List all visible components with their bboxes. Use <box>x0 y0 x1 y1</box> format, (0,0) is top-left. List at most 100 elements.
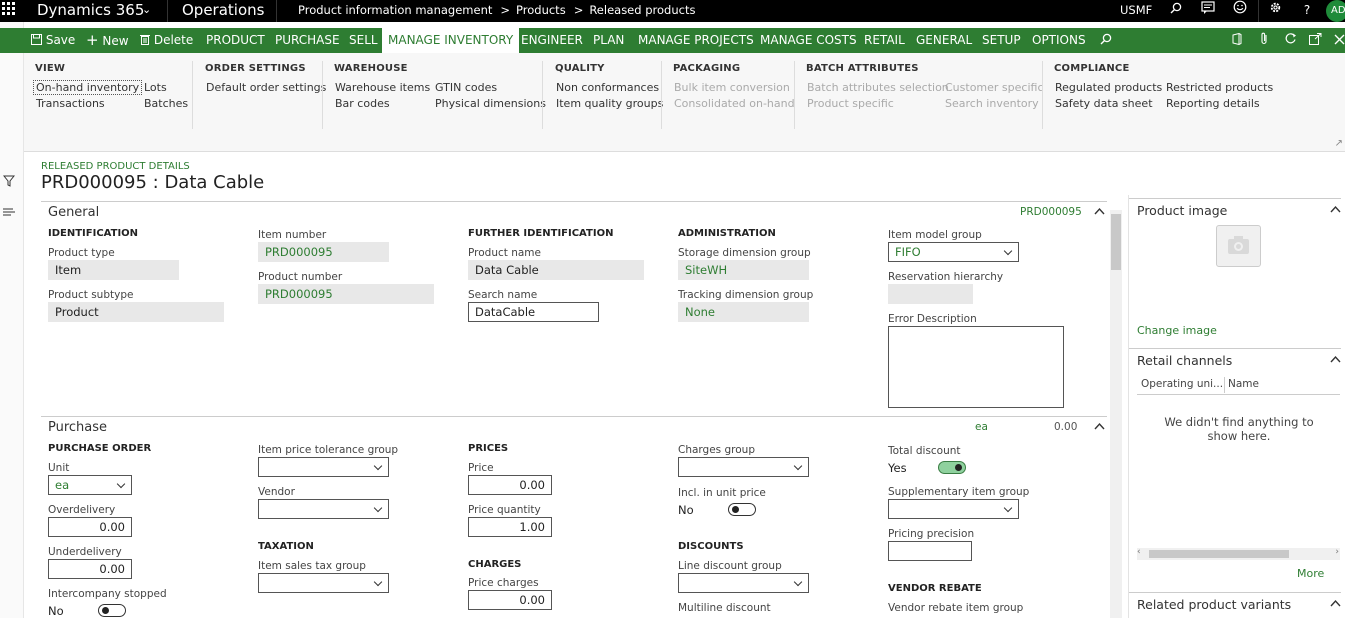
tab-retail[interactable]: RETAIL <box>864 28 905 53</box>
factbox-product-image-header[interactable]: Product image <box>1129 198 1341 220</box>
consolidated-on-hand-button[interactable]: Consolidated on-hand <box>674 97 795 110</box>
tracking-dimension-group-field[interactable]: None <box>678 302 809 322</box>
chevron-up-icon[interactable] <box>1094 419 1105 433</box>
physical-dimensions-button[interactable]: Physical dimensions <box>435 97 546 110</box>
office-icon[interactable] <box>1232 28 1242 53</box>
item-number-field[interactable]: PRD000095 <box>258 242 389 262</box>
price-input[interactable]: 0.00 <box>468 475 552 495</box>
gtin-codes-button[interactable]: GTIN codes <box>435 81 497 94</box>
breadcrumb-item[interactable]: Product information management <box>298 3 492 17</box>
help-icon[interactable]: ? <box>1296 0 1318 22</box>
chevron-up-icon[interactable] <box>1094 204 1105 218</box>
scroll-left-icon[interactable]: ‹ <box>1137 547 1141 557</box>
reporting-details-button[interactable]: Reporting details <box>1166 97 1260 110</box>
close-icon[interactable] <box>1334 28 1345 53</box>
company-picker[interactable]: USMF <box>1120 0 1152 20</box>
chevron-up-icon[interactable] <box>1330 352 1341 366</box>
line-discount-group-select[interactable] <box>678 573 809 593</box>
open-in-new-window-icon[interactable] <box>1309 28 1322 53</box>
item-sales-tax-group-select[interactable] <box>258 573 389 593</box>
batch-attributes-selection-button[interactable]: Batch attributes selection <box>807 81 949 94</box>
factbox-related-variants-header[interactable]: Related product variants <box>1129 592 1341 614</box>
fasttab-purchase-header[interactable]: Purchase ea 0.00 <box>41 416 1107 438</box>
breadcrumb-item[interactable]: Products <box>516 3 566 17</box>
app-name[interactable]: Dynamics 365 <box>37 0 144 20</box>
bulk-item-conversion-button[interactable]: Bulk item conversion <box>674 81 790 94</box>
breadcrumb-item[interactable]: Released products <box>589 3 695 17</box>
filter-icon[interactable] <box>2 175 16 190</box>
price-charges-input[interactable]: 0.00 <box>468 590 552 610</box>
tab-manage-inventory[interactable]: MANAGE INVENTORY <box>382 28 520 53</box>
total-discount-toggle[interactable] <box>938 461 966 474</box>
attachment-icon[interactable] <box>1260 28 1268 53</box>
message-icon[interactable] <box>1197 0 1219 22</box>
product-name-field[interactable]: Data Cable <box>468 260 644 280</box>
regulated-products-button[interactable]: Regulated products <box>1055 81 1162 94</box>
tab-general[interactable]: GENERAL <box>916 28 972 53</box>
factbox-retail-channels-header[interactable]: Retail channels <box>1129 348 1341 370</box>
search-icon[interactable] <box>1165 0 1187 22</box>
warehouse-items-button[interactable]: Warehouse items <box>335 81 430 94</box>
chevron-up-icon[interactable] <box>1330 202 1341 216</box>
bar-codes-button[interactable]: Bar codes <box>335 97 390 110</box>
price-quantity-input[interactable]: 1.00 <box>468 517 552 537</box>
scrollbar-thumb[interactable] <box>1111 214 1121 270</box>
search-icon[interactable] <box>1100 28 1112 53</box>
batches-button[interactable]: Batches <box>144 97 188 110</box>
delete-button[interactable]: Delete <box>140 28 193 53</box>
tab-purchase[interactable]: PURCHASE <box>275 28 340 53</box>
smiley-icon[interactable] <box>1229 0 1251 22</box>
unit-select[interactable]: ea <box>48 475 132 495</box>
list-icon[interactable] <box>3 207 15 220</box>
change-image-link[interactable]: Change image <box>1137 324 1217 337</box>
tab-engineer[interactable]: ENGINEER <box>521 28 583 53</box>
underdelivery-input[interactable]: 0.00 <box>48 559 132 579</box>
save-button[interactable]: Save <box>31 28 75 53</box>
tab-setup[interactable]: SETUP <box>982 28 1021 53</box>
restricted-products-button[interactable]: Restricted products <box>1166 81 1273 94</box>
tab-plan[interactable]: PLAN <box>593 28 624 53</box>
scroll-right-icon[interactable]: › <box>1335 547 1339 557</box>
avatar[interactable]: AD <box>1326 0 1345 22</box>
tab-manage-costs[interactable]: MANAGE COSTS <box>760 28 857 53</box>
column-header-operating-unit[interactable]: Operating uni... <box>1141 378 1223 390</box>
pricing-precision-input[interactable] <box>888 541 972 561</box>
search-inventory-button[interactable]: Search inventory <box>945 97 1039 110</box>
reservation-hierarchy-field[interactable] <box>888 284 973 304</box>
module-name[interactable]: Operations <box>182 0 264 20</box>
fasttab-general-header[interactable]: General PRD000095 <box>41 201 1107 223</box>
overdelivery-input[interactable]: 0.00 <box>48 517 132 537</box>
gear-icon[interactable] <box>1264 0 1286 22</box>
chevron-up-icon[interactable] <box>1330 596 1341 610</box>
vendor-select[interactable] <box>258 499 389 519</box>
tab-manage-projects[interactable]: MANAGE PROJECTS <box>638 28 754 53</box>
default-order-settings-button[interactable]: Default order settings <box>206 81 326 94</box>
item-quality-groups-button[interactable]: Item quality groups <box>556 97 663 110</box>
tab-options[interactable]: OPTIONS <box>1032 28 1086 53</box>
item-model-group-select[interactable]: FIFO <box>888 242 1019 262</box>
incl-in-unit-price-toggle[interactable] <box>728 503 756 516</box>
app-launcher-icon[interactable] <box>0 0 22 22</box>
form-scrollbar[interactable] <box>1110 210 1122 618</box>
product-type-field[interactable]: Item <box>48 260 179 280</box>
customer-specific-button[interactable]: Customer specific <box>945 81 1044 94</box>
supplementary-item-group-select[interactable] <box>888 499 1019 519</box>
tab-sell[interactable]: SELL <box>349 28 378 53</box>
product-number-field[interactable]: PRD000095 <box>258 284 434 304</box>
new-button[interactable]: + New <box>86 28 129 53</box>
on-hand-inventory-button[interactable]: On-hand inventory <box>33 80 143 95</box>
item-price-tolerance-group-select[interactable] <box>258 457 389 477</box>
transactions-button[interactable]: Transactions <box>36 97 105 110</box>
product-specific-button[interactable]: Product specific <box>807 97 894 110</box>
grid-horizontal-scrollbar[interactable]: ‹ › <box>1137 547 1340 560</box>
intercompany-stopped-toggle[interactable] <box>98 604 126 617</box>
lots-button[interactable]: Lots <box>144 81 167 94</box>
search-name-input[interactable]: DataCable <box>468 302 599 322</box>
column-divider[interactable] <box>1224 377 1225 393</box>
non-conformances-button[interactable]: Non conformances <box>556 81 659 94</box>
refresh-icon[interactable] <box>1284 28 1297 53</box>
more-link[interactable]: More <box>1297 567 1324 580</box>
charges-group-select[interactable] <box>678 457 809 477</box>
product-subtype-field[interactable]: Product <box>48 302 224 322</box>
storage-dimension-group-field[interactable]: SiteWH <box>678 260 809 280</box>
